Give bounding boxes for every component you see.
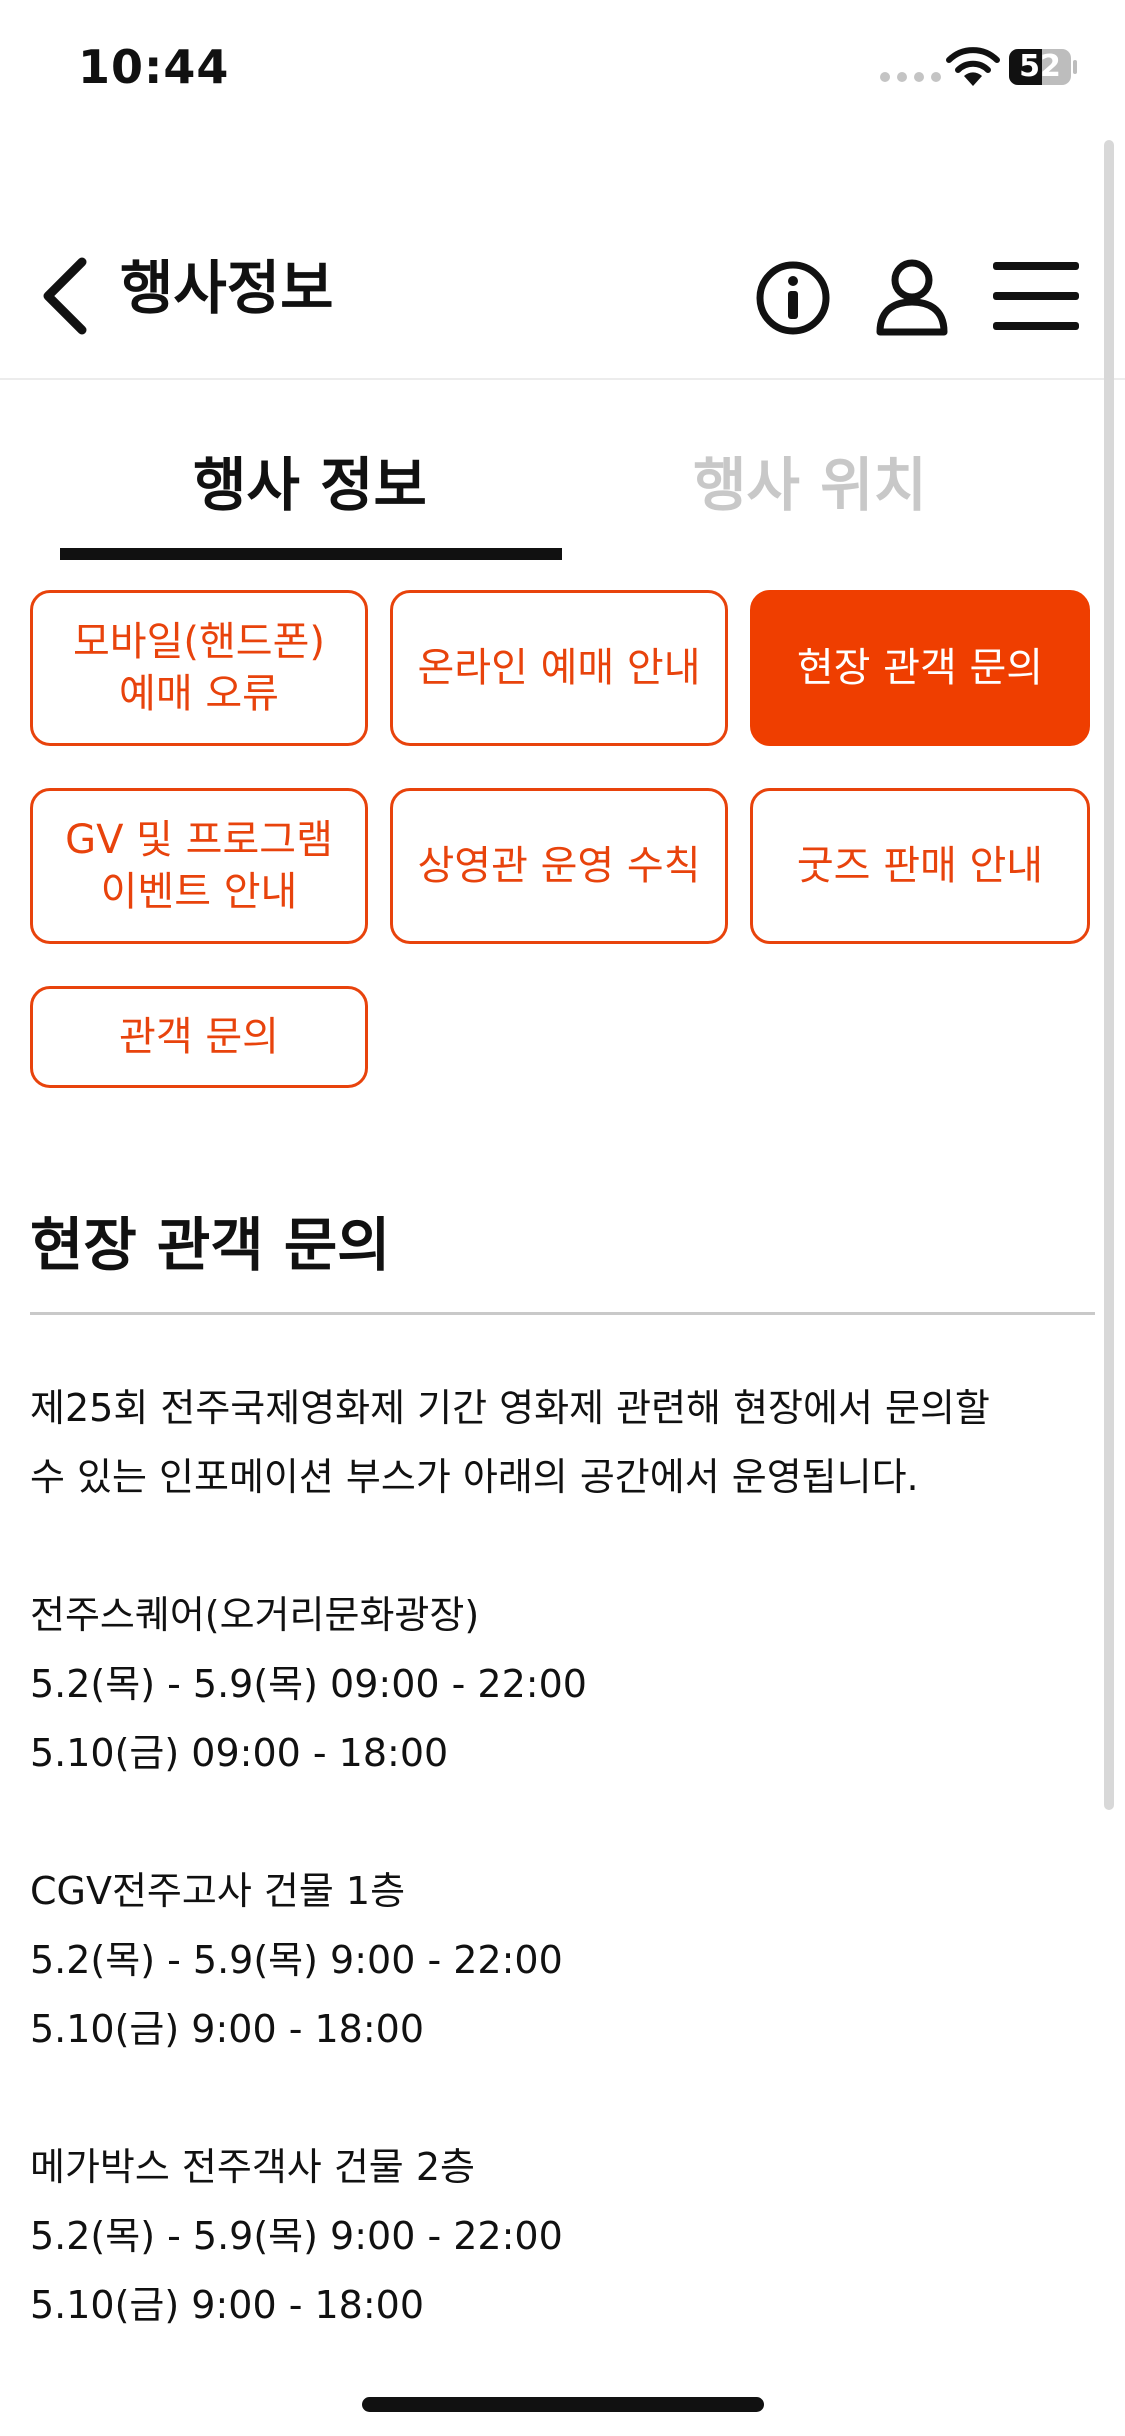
category-label: GV 및 프로그램 이벤트 안내: [65, 817, 333, 915]
category-theater-rules[interactable]: 상영관 운영 수칙: [390, 788, 728, 944]
category-label: 관객 문의: [119, 1014, 279, 1060]
category-gv-program-event[interactable]: GV 및 프로그램 이벤트 안내: [30, 788, 368, 944]
wifi-icon: [946, 47, 1000, 86]
category-goods-sales[interactable]: 굿즈 판매 안내: [750, 788, 1090, 944]
intro-line: 제25회 전주국제영화제 기간 영화제 관련해 현장에서 문의할: [30, 1386, 990, 1430]
location-hours: 5.2(목) - 5.9(목) 9:00 - 22:00: [30, 1938, 563, 1982]
section-content: 제25회 전주국제영화제 기간 영화제 관련해 현장에서 문의할 수 있는 인포…: [30, 1374, 1100, 2340]
location-hours: 5.2(목) - 5.9(목) 09:00 - 22:00: [30, 1662, 587, 1706]
location-hours: 5.2(목) - 5.9(목) 9:00 - 22:00: [30, 2214, 563, 2258]
info-icon[interactable]: [755, 260, 831, 336]
category-label: 온라인 예매 안내: [417, 645, 701, 691]
section-divider: [30, 1312, 1095, 1315]
category-label: 굿즈 판매 안내: [796, 843, 1044, 889]
page: 10:44 52 행사정보 행사 정보 행사 위치 모바일(핸드폰) 예매 오류…: [0, 0, 1125, 2436]
home-indicator[interactable]: [362, 2397, 764, 2412]
category-label: 모바일(핸드폰) 예매 오류: [72, 619, 325, 717]
page-title: 행사정보: [120, 254, 334, 322]
back-icon[interactable]: [38, 256, 92, 336]
location-hours: 5.10(금) 09:00 - 18:00: [30, 1731, 449, 1775]
location-name: CGV전주고사 건물 1층: [30, 1869, 406, 1913]
battery-level: 52: [1019, 49, 1061, 84]
tab-event-info[interactable]: 행사 정보: [60, 430, 560, 540]
status-time: 10:44: [78, 40, 230, 94]
location-name: 전주스퀘어(오거리문화광장): [30, 1593, 480, 1637]
cellular-signal-icon: [880, 72, 941, 82]
intro-line: 수 있는 인포메이션 부스가 아래의 공간에서 운영됩니다.: [30, 1455, 919, 1499]
section-title: 현장 관객 문의: [30, 1211, 391, 1279]
category-label: 상영관 운영 수칙: [417, 843, 701, 889]
category-online-booking[interactable]: 온라인 예매 안내: [390, 590, 728, 746]
app-header: 행사정보: [0, 220, 1125, 380]
location-name: 메가박스 전주객사 건물 2층: [30, 2145, 475, 2189]
category-audience-inquiry[interactable]: 관객 문의: [30, 986, 368, 1088]
tab-bar: 행사 정보 행사 위치: [0, 430, 1125, 560]
category-label: 현장 관객 문의: [796, 645, 1044, 691]
location-hours: 5.10(금) 9:00 - 18:00: [30, 2007, 425, 2051]
active-tab-indicator: [60, 548, 562, 560]
location-hours: 5.10(금) 9:00 - 18:00: [30, 2283, 425, 2327]
scrollbar[interactable]: [1104, 140, 1114, 1810]
category-onsite-inquiry[interactable]: 현장 관객 문의: [750, 590, 1090, 746]
tab-event-location[interactable]: 행사 위치: [560, 430, 1060, 540]
user-icon[interactable]: [875, 258, 949, 336]
menu-icon[interactable]: [993, 260, 1079, 332]
battery-icon: 52: [1008, 48, 1078, 86]
status-bar: 10:44 52: [0, 0, 1125, 135]
category-mobile-booking-error[interactable]: 모바일(핸드폰) 예매 오류: [30, 590, 368, 746]
